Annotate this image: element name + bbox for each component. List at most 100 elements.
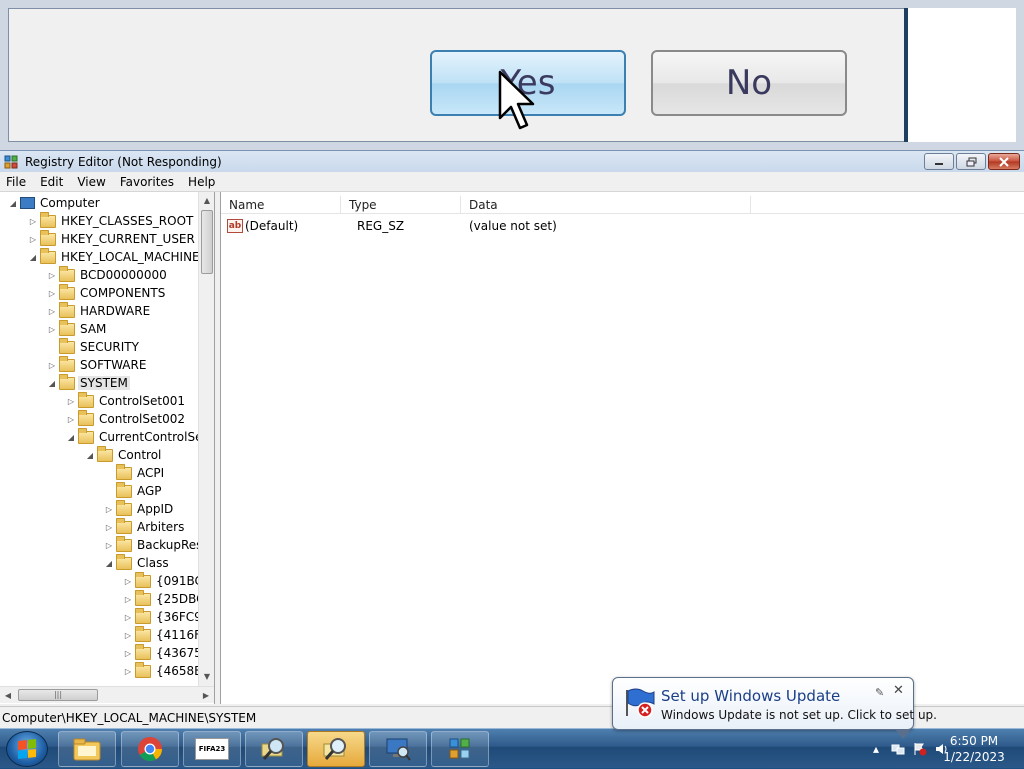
folder-icon (97, 445, 113, 462)
tree-node-security[interactable]: SECURITY (47, 337, 141, 356)
collapse-arrow-icon[interactable]: ◢ (85, 451, 95, 460)
expand-arrow-icon[interactable]: ▷ (104, 541, 114, 550)
folder-icon (59, 301, 75, 318)
scroll-left-icon[interactable]: ◀ (0, 687, 16, 703)
windows-update-notification[interactable]: Set up Windows Update Windows Update is … (612, 677, 937, 730)
expand-arrow-icon[interactable]: ▷ (123, 577, 133, 586)
scroll-thumb[interactable] (201, 210, 213, 274)
expand-arrow-icon[interactable]: ▷ (104, 523, 114, 532)
expand-arrow-icon[interactable]: ▷ (47, 271, 57, 280)
notification-close-icon[interactable]: ✕ (893, 683, 904, 698)
scroll-down-icon[interactable]: ▼ (199, 668, 214, 684)
tree-node-class-guid[interactable]: ▷ {36FC9 (123, 607, 198, 626)
tree-node-controlset001[interactable]: ▷ ControlSet001 (66, 391, 187, 410)
tree-node-sam[interactable]: ▷ SAM (47, 319, 108, 338)
expand-arrow-icon[interactable]: ▷ (47, 307, 57, 316)
folder-icon (135, 607, 151, 624)
tree-node-hardware[interactable]: ▷ HARDWARE (47, 301, 152, 320)
taskbar-explorer-button[interactable] (58, 731, 116, 767)
column-header-data[interactable]: Data (461, 196, 751, 214)
title-bar[interactable]: Registry Editor (Not Responding) (0, 150, 1024, 172)
tree-node-class-guid[interactable]: ▷ {091BC (123, 571, 198, 590)
expand-arrow-icon[interactable]: ▷ (47, 325, 57, 334)
menu-edit[interactable]: Edit (34, 175, 71, 189)
show-hidden-icons-icon[interactable]: ▴ (868, 741, 884, 757)
window-title: Registry Editor (Not Responding) (25, 154, 222, 169)
notification-options-icon[interactable]: ✎ (875, 686, 884, 699)
tree-node-computer[interactable]: ◢ Computer (8, 194, 102, 212)
tree-node-system[interactable]: ◢ SYSTEM (47, 373, 130, 392)
tree-horizontal-scrollbar[interactable]: ◀ ||| ▶ (0, 686, 214, 703)
expand-arrow-icon[interactable]: ▷ (123, 631, 133, 640)
restore-button[interactable] (956, 153, 986, 170)
close-button[interactable] (988, 153, 1020, 170)
tree-node-class[interactable]: ◢ Class (104, 553, 171, 572)
tree-node-class-guid[interactable]: ▷ {43675D (123, 643, 198, 662)
tree-node-components[interactable]: ▷ COMPONENTS (47, 283, 167, 302)
menu-favorites[interactable]: Favorites (114, 175, 182, 189)
network-icon[interactable] (890, 741, 906, 757)
minimize-button[interactable] (924, 153, 954, 170)
tree-node-class-guid[interactable]: ▷ {4658EE (123, 661, 198, 680)
tree-node-arbiters[interactable]: ▷ Arbiters (104, 517, 186, 536)
collapse-arrow-icon[interactable]: ◢ (104, 559, 114, 568)
taskbar: FIFA23 ▴ 6:50 PM 1/22/2023 (0, 728, 1024, 768)
folder-icon (78, 391, 94, 408)
tree-node-agp[interactable]: AGP (104, 481, 164, 500)
folder-icon (135, 589, 151, 606)
tree-node-currentcontrolset[interactable]: ◢ CurrentControlSet (66, 427, 198, 446)
tree-node-bcd[interactable]: ▷ BCD00000000 (47, 265, 169, 284)
scroll-up-icon[interactable]: ▲ (199, 192, 214, 208)
collapse-arrow-icon[interactable]: ◢ (28, 253, 38, 262)
expand-arrow-icon[interactable]: ▷ (47, 289, 57, 298)
column-header-name[interactable]: Name (221, 196, 341, 214)
menu-file[interactable]: File (0, 175, 34, 189)
scroll-thumb[interactable]: ||| (18, 689, 98, 701)
expand-arrow-icon[interactable]: ▷ (123, 649, 133, 658)
tree-node-hkcu[interactable]: ▷ HKEY_CURRENT_USER (28, 229, 197, 248)
tree-node-class-guid[interactable]: ▷ {25DBC (123, 589, 198, 608)
collapse-arrow-icon[interactable]: ◢ (66, 433, 76, 442)
expand-arrow-icon[interactable]: ▷ (28, 217, 38, 226)
tree-vertical-scrollbar[interactable]: ▲ ▼ (198, 192, 214, 686)
tree-node-controlset002[interactable]: ▷ ControlSet002 (66, 409, 187, 428)
tree-node-appid[interactable]: ▷ AppID (104, 499, 175, 518)
start-button[interactable] (6, 731, 48, 767)
taskbar-regedit-button[interactable] (431, 731, 489, 767)
column-header-type[interactable]: Type (341, 196, 461, 214)
tree-node-control[interactable]: ◢ Control (85, 445, 163, 464)
taskbar-registry-search-button[interactable] (307, 731, 365, 767)
expand-arrow-icon[interactable]: ▷ (123, 667, 133, 676)
taskbar-task-manager-button[interactable] (369, 731, 427, 767)
taskbar-chrome-button[interactable] (121, 731, 179, 767)
notification-text: Windows Update is not set up. Click to s… (661, 708, 937, 722)
tree-node-acpi[interactable]: ACPI (104, 463, 166, 482)
collapse-arrow-icon[interactable]: ◢ (47, 379, 57, 388)
taskbar-clock[interactable]: 6:50 PM 1/22/2023 (932, 733, 1016, 765)
expand-arrow-icon[interactable]: ▷ (123, 595, 133, 604)
tree-node-software[interactable]: ▷ SOFTWARE (47, 355, 148, 374)
menu-view[interactable]: View (71, 175, 113, 189)
scroll-right-icon[interactable]: ▶ (198, 687, 214, 703)
expand-arrow-icon[interactable]: ▷ (66, 415, 76, 424)
expand-arrow-icon[interactable]: ▷ (47, 361, 57, 370)
tree-node-backupres[interactable]: ▷ BackupRes (104, 535, 198, 554)
tree-node-label: SAM (80, 322, 107, 336)
expand-arrow-icon[interactable]: ▷ (123, 613, 133, 622)
expand-arrow-icon[interactable]: ▷ (104, 505, 114, 514)
folder-icon (135, 661, 151, 678)
expand-arrow-icon[interactable]: ▷ (28, 235, 38, 244)
action-center-flag-icon[interactable] (912, 741, 928, 757)
expand-arrow-icon[interactable]: ▷ (66, 397, 76, 406)
tree-node-hklm[interactable]: ◢ HKEY_LOCAL_MACHINE (28, 247, 198, 266)
taskbar-fifa-button[interactable]: FIFA23 (183, 731, 241, 767)
tree-node-class-guid[interactable]: ▷ {4116F6 (123, 625, 198, 644)
no-button[interactable]: No (651, 50, 847, 116)
table-row[interactable]: ab (Default) REG_SZ (value not set) (221, 217, 1024, 235)
tree-node-hkcr[interactable]: ▷ HKEY_CLASSES_ROOT (28, 211, 195, 230)
magnifier-icon (261, 738, 284, 760)
taskbar-search-app-button[interactable] (245, 731, 303, 767)
tree-node-label: {43675D (156, 646, 198, 660)
menu-help[interactable]: Help (182, 175, 223, 189)
collapse-arrow-icon[interactable]: ◢ (8, 199, 18, 208)
